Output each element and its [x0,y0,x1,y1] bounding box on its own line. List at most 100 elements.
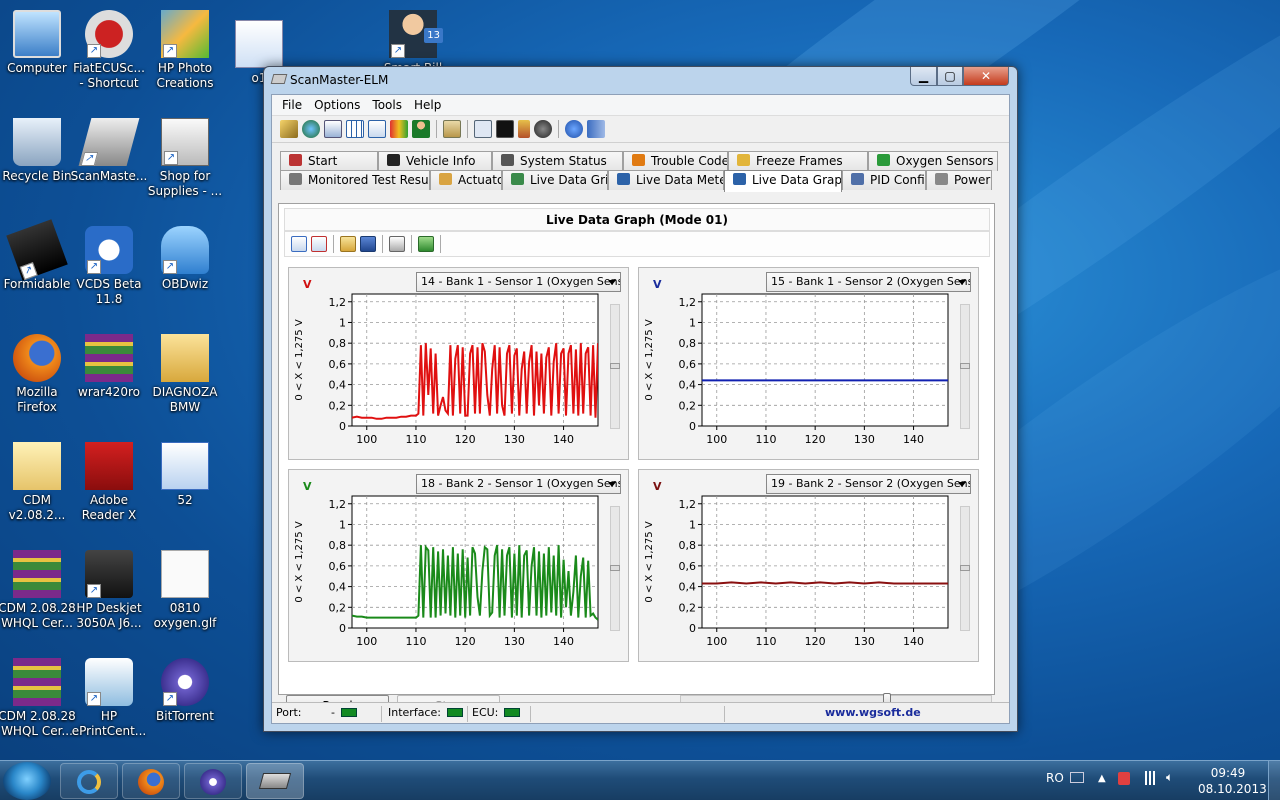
save-icon[interactable] [360,236,376,252]
x-tick-label: 120 [805,433,826,446]
volume-icon[interactable]: 🔈︎ [1166,770,1173,785]
globe-icon[interactable] [302,120,320,138]
tab-vehicle-info[interactable]: Vehicle Info [378,151,492,171]
keyboard-icon[interactable] [1070,772,1084,783]
desktop-icon-label: Shop for Supplies - ... [147,169,223,198]
minimize-button[interactable]: ▁ [910,67,937,86]
start-button[interactable] [3,762,51,800]
open-folder-icon[interactable] [340,236,356,252]
close-button[interactable]: ✕ [963,67,1009,86]
battery-icon[interactable] [518,120,530,138]
export-icon[interactable] [418,236,434,252]
tab-live-data-grid[interactable]: Live Data Grid [502,170,608,190]
remove-graph-icon[interactable] [311,236,327,252]
tab-trouble-codes[interactable]: Trouble Codes [623,151,728,171]
desktop-icon[interactable]: ↗ BitTorrent [146,658,224,724]
desktop-icon[interactable]: CDM v2.08.2... [0,442,76,523]
desktop-icon[interactable]: CDM 2.08.28 WHQL Cer... [0,550,76,631]
show-hidden-icons-icon[interactable]: ▲ [1098,773,1106,784]
graph-plot: 1,2 1 0,8 0,6 0,4 0,2 0 100 110 120 130 140 0 < X < … [294,293,599,446]
desktop-icon-label: CDM 2.08.28 WHQL Cer... [0,601,76,630]
person-icon[interactable] [412,120,430,138]
document-icon[interactable] [324,120,342,138]
chart-icon[interactable] [368,120,386,138]
desktop-icon[interactable]: ↗ FiatECUSc... - Shortcut [70,10,148,91]
x-tick-label: 120 [455,433,476,446]
desktop-icon-label: VCDS Beta 11.8 [76,277,142,306]
flag-icon[interactable] [1118,772,1130,785]
desktop-icon[interactable]: ↗ Shop for Supplies - ... [146,118,224,199]
desktop-icon-label: CDM 2.08.28 WHQL Cer... [0,709,76,738]
desktop-icon[interactable]: Recycle Bin [0,118,76,184]
network-icon[interactable] [1142,771,1158,785]
title-bar[interactable]: ScanMaster-ELM ▁ ▢ ✕ [264,67,1017,91]
add-graph-icon[interactable] [291,236,307,252]
terminal-icon[interactable] [496,120,514,138]
desktop-icon[interactable]: ↗ VCDS Beta 11.8 [70,226,148,307]
desktop-icon[interactable]: 0810 oxygen.glf [146,550,224,631]
chip-icon [258,773,292,789]
desktop-icon[interactable]: Mozilla Firefox [0,334,76,415]
taskbar-bittorrent[interactable] [184,763,242,799]
y-tick-label: 0,2 [329,601,347,614]
tab-icon [935,173,948,185]
print-icon[interactable] [389,236,405,252]
desktop-icon[interactable]: DIAGNOZA BMW [146,334,224,415]
desktop-icon[interactable]: ↗ HP Deskjet 3050A J6... [70,550,148,631]
tab-oxygen-sensors[interactable]: Oxygen Sensors [868,151,998,171]
exit-icon[interactable] [587,120,605,138]
tab-freeze-frames[interactable]: Freeze Frames [728,151,868,171]
tab-label: Monitored Test Results [308,173,430,187]
connect-icon[interactable] [280,120,298,138]
show-desktop-button[interactable] [1268,761,1280,800]
desktop-icon[interactable]: ↗ Formidable [0,219,76,292]
desktop-icon-label: DIAGNOZA BMW [152,385,218,414]
desktop-icon[interactable]: ↗ ScanMaste... [70,118,148,184]
desktop-icon-label: Adobe Reader X [81,493,137,522]
tab-power[interactable]: Power [926,170,992,190]
menu-tools[interactable]: Tools [366,95,408,115]
taskbar-scanmaster[interactable] [246,763,304,799]
tab-icon [439,173,452,185]
desktop-icon[interactable]: Computer [0,10,76,76]
tab-start[interactable]: Start [280,151,378,171]
menu-options[interactable]: Options [308,95,366,115]
website-link[interactable]: www.wgsoft.de [825,706,921,719]
desktop-icon[interactable]: ↗ OBDwiz [146,226,224,292]
y-tick-label: 1 [689,518,696,531]
tab-pid-config[interactable]: PID Config [842,170,926,190]
language-indicator[interactable]: RO [1046,771,1064,785]
desktop-icon-image [13,550,61,598]
ecu-led [504,708,521,717]
desktop-icon[interactable]: CDM 2.08.28 WHQL Cer... [0,658,76,739]
desktop-icon[interactable]: Adobe Reader X [70,442,148,523]
taskbar: RO ▲ 🔈︎ 09:49 08.10.2013 [0,760,1280,800]
tab-live-data-graph[interactable]: Live Data Graph [724,170,842,192]
tab-monitored-test-results[interactable]: Monitored Test Results [280,170,430,190]
desktop-icon[interactable]: ↗ HP ePrintCent... [70,658,148,739]
clipboard-icon[interactable] [443,120,461,138]
meter-icon[interactable] [390,120,408,138]
menu-file[interactable]: File [276,95,308,115]
desktop-icon[interactable]: 52 [146,442,224,508]
tab-actuator[interactable]: Actuator [430,170,502,190]
desktop-icon-image [161,442,209,490]
maximize-button[interactable]: ▢ [937,67,963,86]
desktop-icon[interactable]: ↗ HP Photo Creations [146,10,224,91]
tab-live-data-meter[interactable]: Live Data Meter [608,170,724,190]
window-title: ScanMaster-ELM [290,73,389,87]
gauge-icon[interactable] [534,120,552,138]
speech-bubble-icon[interactable] [474,120,492,138]
sensor-voltage-line [702,581,948,585]
y-tick-label: 0,4 [329,581,347,594]
taskbar-firefox[interactable] [122,763,180,799]
desktop-icon[interactable]: wrar420ro [70,334,148,400]
clock[interactable]: 09:49 08.10.2013 [1198,765,1267,797]
grid-icon[interactable] [346,120,364,138]
taskbar-internet-explorer[interactable] [60,763,118,799]
tab-system-status[interactable]: System Status [492,151,623,171]
info-icon[interactable] [565,120,583,138]
menu-help[interactable]: Help [408,95,447,115]
y-tick-label: 0,4 [329,379,347,392]
live-data-graph-panel: Live Data Graph (Mode 01) V 14 - Bank 1 -… [278,203,995,695]
